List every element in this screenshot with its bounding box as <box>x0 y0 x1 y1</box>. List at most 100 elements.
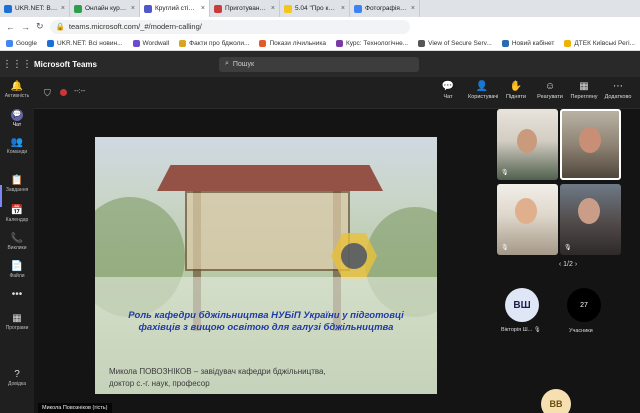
participant-video[interactable]: 🎙 <box>560 184 621 255</box>
bookmark-item[interactable]: Курс: Технологічне... <box>335 39 408 47</box>
rail-item-label: Активність <box>4 93 30 99</box>
tool-label: Перегляну <box>570 94 598 100</box>
rail-item[interactable]: 📄 Файли <box>0 261 34 279</box>
meeting-tool-button[interactable]: 👤 Користувачі <box>468 81 499 100</box>
rail-item[interactable]: 📞 Виклики <box>0 233 34 251</box>
tool-label: Реагувати <box>537 94 563 100</box>
bookmark-label: UKR.NET: Всі новин... <box>56 39 123 47</box>
meeting-tool-button[interactable]: ☺ Реагувати <box>536 81 564 100</box>
close-icon[interactable]: × <box>131 5 135 12</box>
participants-count[interactable]: 27 <box>567 288 601 322</box>
bookmark-favicon-icon <box>418 39 426 47</box>
shared-slide: Роль кафедри бджільництва НУБіП України … <box>95 137 437 394</box>
participant-video[interactable]: 🎙 <box>497 109 558 180</box>
participant-face <box>515 198 537 224</box>
participant-name-text: Вікторія Ш... <box>501 327 533 333</box>
search-icon: ⌕ <box>225 60 229 67</box>
gallery-pager: ‹ 1/2 › <box>533 261 603 268</box>
meeting-tool-button[interactable]: ✋ Підняти <box>502 81 530 100</box>
rail-item[interactable]: 📅 Календар <box>0 205 34 223</box>
close-icon[interactable]: × <box>341 5 345 12</box>
close-icon[interactable]: × <box>61 5 65 12</box>
rail-item[interactable]: ? Довідка <box>0 369 34 387</box>
bookmark-favicon-icon <box>6 39 13 47</box>
mic-off-icon: 🎙 <box>533 327 541 333</box>
people-icon: 👤 <box>475 81 489 92</box>
rail-item[interactable]: ••• <box>0 289 34 301</box>
bookmark-item[interactable]: View of Secure Serv... <box>418 39 492 47</box>
participant-face <box>578 198 600 224</box>
files-icon: 📄 <box>10 261 24 272</box>
pager-next-icon[interactable]: › <box>575 261 577 268</box>
meeting-tool-button[interactable]: ⋯ Додатково <box>604 81 632 100</box>
chat-icon: 💬 <box>441 81 455 92</box>
url-field[interactable]: 🔒 teams.microsoft.com/_#/modern-calling/ <box>49 19 410 34</box>
meeting-tool-button[interactable]: ▦ Перегляну <box>570 81 598 100</box>
help-icon: ? <box>14 369 20 380</box>
bookmark-favicon-icon <box>335 39 343 47</box>
meeting-stage: ⛉ --:-- 💬 Чат 👤 Користувачі ✋ Підняти ☺ Реа… <box>34 77 640 413</box>
tab-title: Приготування страв з риб <box>225 5 268 12</box>
bookmark-label: Wordwall <box>142 39 170 47</box>
app-title: Microsoft Teams <box>34 59 97 69</box>
tab-title: Круглий стіл з навчалн <box>155 5 198 12</box>
browser-tab[interactable]: UKR.NET: Всі новини Укра × <box>0 0 70 17</box>
more-icon: ••• <box>11 289 23 300</box>
participant-video[interactable]: 🎙 <box>497 184 558 255</box>
browser-tab[interactable]: Онлайн курси бджільницт × <box>70 0 140 17</box>
participants-panel: 🎙 🎙 🎙 ‹ 1/2 › ВШ Вікторія Ш... 🎙 27 Учас… <box>493 109 640 413</box>
tab-title: 5.04 "Про кафедру" - Goo <box>295 5 338 12</box>
rail-item-label: Команди <box>6 149 28 155</box>
app-launcher-icon[interactable]: ⋮⋮⋮ <box>0 59 34 70</box>
meeting-tool-button[interactable]: 💬 Чат <box>434 81 462 100</box>
shield-icon: ⛉ <box>44 88 51 98</box>
bookmark-item[interactable]: Wordwall <box>132 39 170 47</box>
bookmark-item[interactable]: Google <box>6 39 37 47</box>
rail-item-label: Довідка <box>8 381 26 387</box>
participants-label: Учасники <box>569 328 593 334</box>
tool-label: Чат <box>443 94 453 100</box>
browser-tab[interactable]: Фотографія в альбомі "Ка × <box>350 0 420 17</box>
rail-item-label: Програми <box>5 325 29 331</box>
slide-title: Роль кафедри бджільництва НУБіП України … <box>128 310 404 333</box>
address-bar: ← → ↻ 🔒 teams.microsoft.com/_#/modern-ca… <box>0 17 640 36</box>
rail-item[interactable]: 🔔 Активність <box>0 81 34 99</box>
tab-favicon-icon <box>74 4 82 13</box>
bookmark-item[interactable]: Новий кабінет <box>501 39 554 47</box>
browser-tab[interactable]: 5.04 "Про кафедру" - Goo × <box>280 0 350 17</box>
search-input[interactable]: ⌕ Пошук <box>219 56 419 72</box>
tab-favicon-icon <box>354 4 362 13</box>
sign-roof <box>157 165 383 191</box>
bookmark-label: ДТЕК Київські Регі... <box>574 39 635 47</box>
rail-item-label: Файли <box>9 273 25 279</box>
slide-author-line2: доктор с.-г. наук, професор <box>109 379 210 388</box>
rail-item[interactable]: 👥 Команди <box>0 137 34 155</box>
close-icon[interactable]: × <box>271 5 275 12</box>
mic-icon: 🎙 <box>501 245 509 251</box>
bookmark-favicon-icon <box>259 39 267 47</box>
close-icon[interactable]: × <box>411 5 415 12</box>
rail-item[interactable]: 💬 Чат <box>0 109 34 128</box>
participant-video[interactable] <box>560 109 621 180</box>
bookmark-item[interactable]: Покази лічильника <box>259 39 326 47</box>
rail-item[interactable]: 📋 Завдання <box>0 175 34 193</box>
reload-icon[interactable]: ↻ <box>36 21 44 32</box>
browser-tab[interactable]: Приготування страв з риб × <box>210 0 280 17</box>
bookmark-item[interactable]: UKR.NET: Всі новин... <box>46 39 123 47</box>
forward-icon[interactable]: → <box>21 22 30 32</box>
tool-label: Користувачі <box>468 94 499 100</box>
bookmark-favicon-icon <box>501 39 509 47</box>
browser-tab[interactable]: Круглий стіл з навчалн × <box>140 0 210 17</box>
pager-text: 1/2 <box>563 261 573 268</box>
participant-avatar[interactable]: ВВ <box>541 389 571 413</box>
app-rail: 🔔 Активність 💬 Чат 👥 Команди 📋 Завдання 📅 Календа… <box>0 77 34 413</box>
pager-prev-icon[interactable]: ‹ <box>559 261 561 268</box>
tool-label: Додатково <box>604 94 632 100</box>
bookmark-item[interactable]: ДТЕК Київські Регі... <box>564 39 635 47</box>
rail-item[interactable]: ▦ Програми <box>0 313 34 331</box>
close-icon[interactable]: × <box>201 5 205 12</box>
back-icon[interactable]: ← <box>6 22 15 32</box>
bookmark-favicon-icon <box>564 39 572 47</box>
participant-avatar[interactable]: ВШ <box>505 288 539 322</box>
bookmark-item[interactable]: Факти про бджоли... <box>179 39 249 47</box>
